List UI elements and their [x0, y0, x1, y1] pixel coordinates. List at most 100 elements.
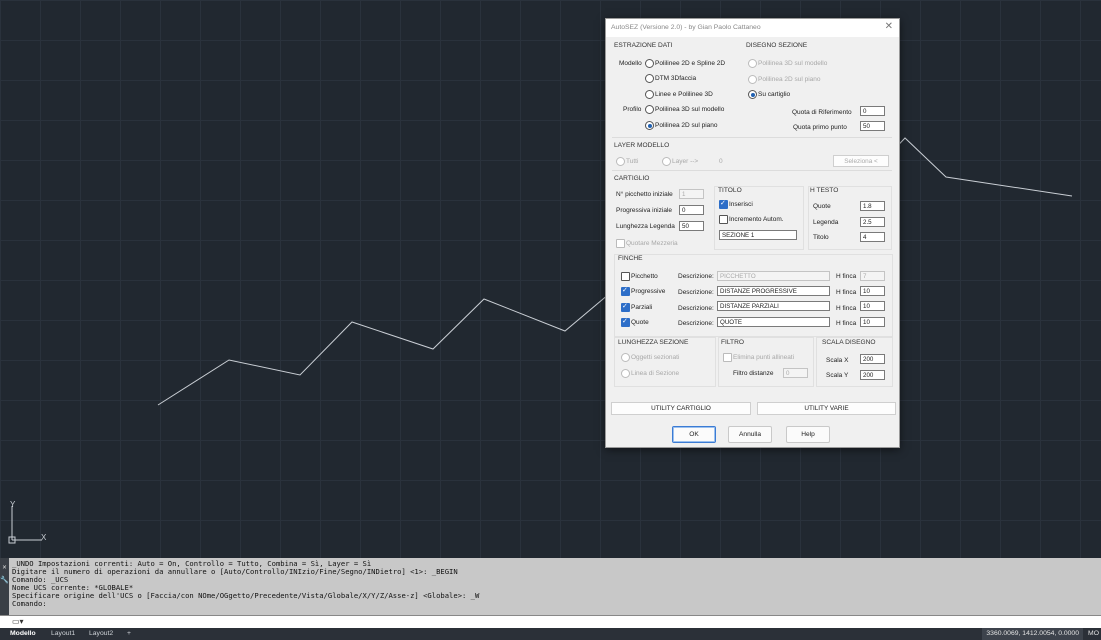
inserisci-checkbox[interactable]: [719, 199, 728, 209]
htesto-quote-label: Quote: [813, 203, 831, 210]
layer-layer-label: Layer -->: [672, 158, 699, 165]
utility-cartiglio-button[interactable]: UTILITY CARTIGLIO: [611, 402, 751, 415]
quota-primo-input[interactable]: 50: [860, 121, 885, 131]
disegno-option-0: Polilinea 3D sul modello: [758, 60, 828, 67]
tab-layout2[interactable]: Layout2: [89, 630, 113, 637]
tab-modello[interactable]: Modello: [10, 630, 36, 637]
finca-h-label: H finca: [836, 320, 857, 327]
seleziona-button[interactable]: Seleziona <: [833, 155, 889, 167]
separator: [612, 170, 892, 171]
radio-estrazione-3[interactable]: [645, 105, 654, 114]
progressiva-iniziale-input[interactable]: 0: [679, 205, 704, 215]
incremento-checkbox[interactable]: [719, 215, 728, 224]
finca-desc-label: Descrizione:: [678, 273, 714, 280]
radio-estrazione-2[interactable]: [645, 90, 654, 99]
estrazione-option-1: DTM 3Dfaccia: [655, 75, 697, 82]
finca-checkbox-parziali[interactable]: [621, 302, 630, 312]
lunghezza-title: LUNGHEZZA SEZIONE: [618, 339, 689, 346]
htesto-legenda-label: Legenda: [813, 219, 839, 226]
command-history: ✕ 🔧 _UNDO Impostazioni correnti: Auto = …: [0, 558, 1101, 615]
close-icon[interactable]: ✕: [885, 21, 893, 32]
quota-riferimento-input[interactable]: 0: [860, 106, 885, 116]
radio-disegno-1[interactable]: [748, 75, 757, 84]
drawing-canvas[interactable]: Y X: [0, 0, 1101, 558]
quota-primo-label: Quota primo punto: [793, 124, 847, 131]
finche-title: FINCHE: [618, 255, 643, 262]
finca-desc-label: Descrizione:: [678, 320, 714, 327]
layer-value: 0: [719, 158, 723, 165]
radio-estrazione-0[interactable]: [645, 59, 654, 68]
filtro-distanze-input[interactable]: 0: [783, 368, 808, 378]
scala-y-label: Scala Y: [826, 372, 849, 379]
finca-desc-input-progressive[interactable]: DISTANZE PROGRESSIVE: [717, 286, 830, 296]
finca-checkbox-quote[interactable]: [621, 317, 630, 327]
radio-oggetti-sezionati[interactable]: [621, 353, 630, 362]
annulla-button[interactable]: Annulla: [728, 426, 772, 443]
ok-button[interactable]: OK: [672, 426, 716, 443]
finca-h-input-progressive[interactable]: 10: [860, 286, 885, 296]
scala-x-input[interactable]: 200: [860, 354, 885, 364]
finca-h-label: H finca: [836, 305, 857, 312]
quotare-mezzeria-checkbox[interactable]: [616, 239, 625, 248]
scala-y-input[interactable]: 200: [860, 370, 885, 380]
dialog-titlebar[interactable]: AutoSEZ (Versione 2.0) - by Gian Paolo C…: [606, 19, 899, 37]
profilo-label: Profilo: [623, 106, 642, 113]
finca-h-input-parziali[interactable]: 10: [860, 301, 885, 311]
finca-h-input-quote[interactable]: 10: [860, 317, 885, 327]
model-space-toggle[interactable]: MO: [1088, 628, 1099, 640]
ucs-icon: Y X: [8, 500, 58, 550]
tab-layout1[interactable]: Layout1: [51, 630, 75, 637]
modello-label: Modello: [619, 60, 642, 67]
finca-h-label: H finca: [836, 289, 857, 296]
htesto-titolo-input[interactable]: 4: [860, 232, 885, 242]
finca-desc-input-picchetto[interactable]: PICCHETTO: [717, 271, 830, 281]
help-button[interactable]: Help: [786, 426, 830, 443]
picchetto-iniziale-input[interactable]: 1: [679, 189, 704, 199]
titolo-input[interactable]: SEZIONE 1: [719, 230, 797, 240]
lunghezza-legenda-label: Lunghezza Legenda: [616, 223, 675, 230]
disegno-title: DISEGNO SEZIONE: [746, 42, 808, 49]
command-input[interactable]: ▭▾: [0, 615, 1101, 628]
htesto-title: H TESTO: [810, 187, 839, 194]
radio-linea-sezione[interactable]: [621, 369, 630, 378]
elimina-punti-label: Elimina punti allineati: [733, 354, 795, 361]
estrazione-option-2: Linee e Polilinee 3D: [655, 91, 713, 98]
radio-layer-layer[interactable]: [662, 157, 671, 166]
coordinates-readout[interactable]: 3360.0069, 1412.0054, 0.0000: [982, 628, 1083, 640]
elimina-punti-checkbox[interactable]: [723, 353, 732, 362]
htesto-legenda-input[interactable]: 2.5: [860, 217, 885, 227]
radio-estrazione-1[interactable]: [645, 74, 654, 83]
close-command-icon[interactable]: ✕: [0, 563, 9, 571]
finca-desc-input-quote[interactable]: QUOTE: [717, 317, 830, 327]
incremento-label: Incremento Autom.: [729, 216, 784, 223]
titolo-title: TITOLO: [718, 187, 742, 194]
layer-tutti-label: Tutti: [626, 158, 639, 165]
dialog-title: AutoSEZ (Versione 2.0) - by Gian Paolo C…: [611, 24, 761, 31]
status-bar: Modello Layout1 Layout2 + 3360.0069, 141…: [0, 628, 1101, 640]
oggetti-sezionati-label: Oggetti sezionati: [631, 354, 680, 361]
finca-checkbox-picchetto[interactable]: [621, 272, 630, 281]
finca-checkbox-progressive[interactable]: [621, 286, 630, 296]
command-prompt-icon[interactable]: ▭▾: [12, 617, 24, 626]
lunghezza-legenda-input[interactable]: 50: [679, 221, 704, 231]
scala-title: SCALA DISEGNO: [822, 339, 876, 346]
estrazione-option-0: Polilinee 2D e Spline 2D: [655, 60, 726, 67]
autosez-dialog: AutoSEZ (Versione 2.0) - by Gian Paolo C…: [605, 18, 900, 448]
htesto-quote-input[interactable]: 1.8: [860, 201, 885, 211]
ucs-x-label: X: [41, 533, 47, 542]
disegno-option-1: Polilinea 2D sul piano: [758, 76, 821, 83]
command-line: Digitare il numero di operazioni da annu…: [12, 567, 458, 577]
radio-disegno-2[interactable]: [748, 90, 757, 99]
finca-desc-label: Descrizione:: [678, 305, 714, 312]
filtro-distanze-label: Filtro distanze: [733, 370, 774, 377]
finca-h-input-picchetto[interactable]: 7: [860, 271, 885, 281]
wrench-icon[interactable]: 🔧: [0, 576, 9, 584]
add-layout-icon[interactable]: +: [127, 630, 131, 637]
utility-varie-button[interactable]: UTILITY VARIE: [757, 402, 896, 415]
finca-name-progressive: Progressive: [631, 288, 666, 295]
filtro-title: FILTRO: [721, 339, 744, 346]
radio-disegno-0[interactable]: [748, 59, 757, 68]
radio-estrazione-4[interactable]: [645, 121, 654, 130]
finca-desc-input-parziali[interactable]: DISTANZE PARZIALI: [717, 301, 830, 311]
radio-layer-tutti[interactable]: [616, 157, 625, 166]
